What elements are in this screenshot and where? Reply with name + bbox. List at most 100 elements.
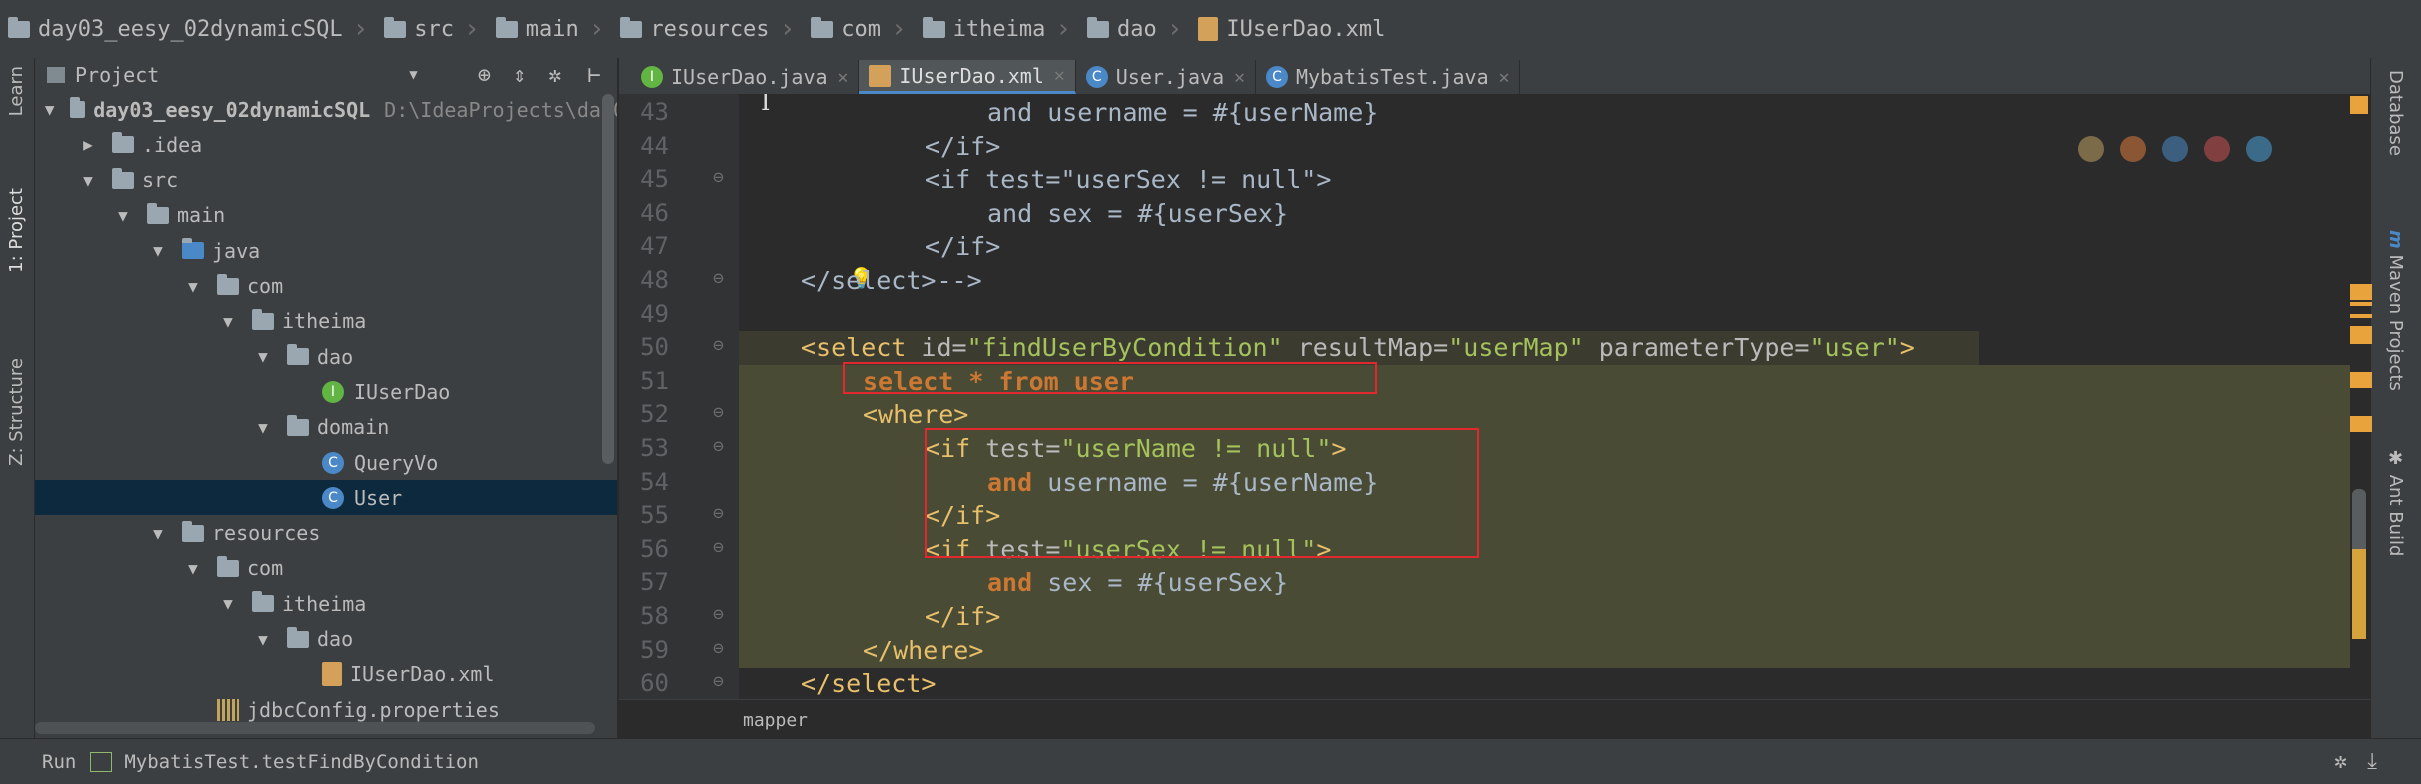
close-icon[interactable]: ✕ (838, 67, 849, 88)
close-icon[interactable]: ✕ (1499, 67, 1510, 88)
run-config-name[interactable]: MybatisTest.testFindByCondition (124, 751, 479, 773)
tree-horizontal-scrollbar[interactable] (35, 722, 595, 734)
expand-arrow-icon[interactable]: ▼ (253, 418, 273, 437)
tree-item[interactable]: ▼ dao (35, 622, 617, 657)
editor-tab[interactable]: IUserDao.xml ✕ (859, 60, 1076, 94)
expand-arrow-icon[interactable]: ▼ (148, 241, 168, 260)
xml-file-icon (869, 64, 892, 87)
expand-arrow-icon[interactable]: ▼ (183, 277, 203, 296)
fold-marker-icon[interactable]: ⊖ (713, 671, 724, 692)
tree-item[interactable]: ▼ com (35, 551, 617, 586)
expand-arrow-icon[interactable]: ▼ (253, 347, 273, 366)
expand-arrow-icon[interactable]: ▼ (43, 100, 56, 119)
breadcrumb-item[interactable]: main › (488, 14, 613, 44)
collapse-all-icon[interactable]: ⇕ (513, 63, 526, 88)
settings-gear-icon[interactable]: ✲ (2334, 749, 2347, 774)
tree-item[interactable]: C User (35, 480, 617, 516)
breadcrumb-item[interactable]: day03_eesy_02dynamicSQL › (0, 14, 376, 44)
stripe-marker[interactable] (2350, 372, 2372, 388)
fold-marker-icon[interactable]: ⊖ (713, 436, 724, 457)
stripe-marker[interactable] (2350, 284, 2372, 300)
code-line[interactable]: </where> (863, 634, 983, 668)
code-line[interactable]: </if> (925, 130, 1000, 164)
tree-item[interactable]: ▼ resources (35, 516, 617, 551)
safari-icon[interactable] (2162, 136, 2188, 162)
editor-tab[interactable]: I IUserDao.java ✕ (631, 60, 860, 94)
opera-icon[interactable] (2204, 136, 2230, 162)
tree-item[interactable]: ▼ day03_eesy_02dynamicSQL D:\IdeaProjects\… (35, 92, 617, 127)
expand-arrow-icon[interactable]: ▼ (78, 171, 98, 190)
tree-item[interactable]: ▼ itheima (35, 586, 617, 621)
close-icon[interactable]: ✕ (1054, 65, 1065, 86)
tree-item[interactable]: ▼ java (35, 233, 617, 268)
tree-item[interactable]: IUserDao.xml (35, 657, 617, 692)
tree-item[interactable]: C QueryVo (35, 445, 617, 480)
code-line[interactable]: <if test="userSex != null"> (925, 163, 1331, 197)
editor-tab[interactable]: C MybatisTest.java ✕ (1256, 60, 1521, 94)
code-line[interactable]: and sex = #{userSex} (987, 566, 1288, 600)
tree-item[interactable]: I IUserDao (35, 374, 617, 409)
learn-tool-button[interactable]: Learn (6, 66, 27, 116)
tree-item[interactable]: ▼ dao (35, 339, 617, 374)
code-line[interactable]: and sex = #{userSex} (987, 197, 1288, 231)
tree-item[interactable]: ▼ src (35, 163, 617, 198)
project-tool-button[interactable]: 1: Project (6, 188, 27, 273)
chrome-icon[interactable] (2078, 136, 2104, 162)
project-view-selector[interactable]: Project (75, 63, 159, 87)
code-line[interactable]: </if> (925, 230, 1000, 264)
code-line[interactable]: and username = #{userName} (987, 96, 1378, 130)
context-mapper[interactable]: mapper (743, 710, 808, 731)
download-icon[interactable]: ⤓ (2367, 749, 2377, 774)
stripe-marker[interactable] (2350, 416, 2372, 432)
expand-arrow-icon[interactable]: ▼ (113, 206, 133, 225)
code-line[interactable]: <select id="findUserByCondition" resultM… (801, 331, 1915, 365)
fold-marker-icon[interactable]: ⊖ (713, 604, 724, 625)
ie-icon[interactable] (2246, 136, 2272, 162)
collapse-arrow-icon[interactable]: ▶ (78, 135, 98, 154)
fold-marker-icon[interactable]: ⊖ (713, 537, 724, 558)
fold-marker-icon[interactable]: ⊖ (713, 402, 724, 423)
ant-tool-button[interactable]: ✱ Ant Build (2385, 448, 2406, 556)
tree-item[interactable]: ▼ domain (35, 410, 617, 445)
code-line[interactable]: </if> (925, 600, 1000, 634)
stripe-marker[interactable] (2350, 302, 2372, 306)
close-icon[interactable]: ✕ (1234, 67, 1245, 88)
gear-icon[interactable]: ✲ (548, 63, 561, 88)
stripe-marker[interactable] (2350, 314, 2372, 318)
run-label[interactable]: Run (42, 751, 76, 773)
tree-item[interactable]: ▼ com (35, 269, 617, 304)
fold-marker-icon[interactable]: ⊖ (713, 335, 724, 356)
tree-item[interactable]: ▶ .idea (35, 127, 617, 162)
code-line[interactable]: </select> (801, 667, 936, 699)
breadcrumb-item[interactable]: itheima › (915, 14, 1079, 44)
fold-marker-icon[interactable]: ⊖ (713, 638, 724, 659)
expand-arrow-icon[interactable]: ▼ (183, 559, 203, 578)
breadcrumb-item[interactable]: resources › (612, 14, 803, 44)
expand-arrow-icon[interactable]: ▼ (218, 312, 238, 331)
breadcrumb-item[interactable]: dao › (1079, 14, 1190, 44)
tree-vertical-scrollbar[interactable] (602, 94, 614, 464)
tree-item[interactable]: ▼ itheima (35, 304, 617, 339)
fold-marker-icon[interactable]: ⊖ (713, 268, 724, 289)
scroll-from-source-icon[interactable]: ⊕ (478, 63, 491, 88)
maven-tool-button[interactable]: m Maven Projects (2385, 230, 2406, 391)
code-line[interactable]: </select>--> (801, 264, 982, 298)
database-tool-button[interactable]: Database (2385, 70, 2406, 156)
breadcrumb-item[interactable]: IUserDao.xml (1190, 17, 1393, 42)
code-editor[interactable]: and username = #{userName} </if> <if test=… (739, 94, 2370, 699)
firefox-icon[interactable] (2120, 136, 2146, 162)
editor-tab[interactable]: C User.java ✕ (1076, 60, 1256, 94)
fold-marker-icon[interactable]: ⊖ (713, 167, 724, 188)
expand-arrow-icon[interactable]: ▼ (253, 630, 273, 649)
expand-arrow-icon[interactable]: ▼ (218, 594, 238, 613)
tree-item[interactable]: ▼ main (35, 198, 617, 233)
stripe-marker[interactable] (2350, 328, 2372, 344)
fold-marker-icon[interactable]: ⊖ (713, 503, 724, 524)
breadcrumb-item[interactable]: com › (803, 14, 914, 44)
expand-arrow-icon[interactable]: ▼ (148, 524, 168, 543)
chevron-down-icon[interactable]: ▼ (409, 67, 417, 83)
warning-marker[interactable] (2350, 96, 2368, 114)
hide-panel-icon[interactable]: ⊢ (587, 63, 600, 88)
breadcrumb-item[interactable]: src › (376, 14, 487, 44)
structure-tool-button[interactable]: Z: Structure (6, 358, 27, 466)
